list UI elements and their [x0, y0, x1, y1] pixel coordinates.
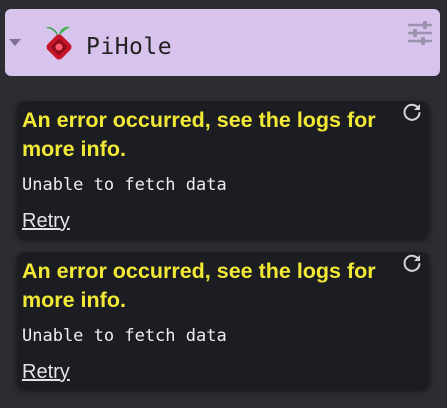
sliders-icon[interactable] — [406, 21, 434, 45]
error-message: An error occurred, see the logs for more… — [22, 108, 376, 161]
error-detail: Unable to fetch data — [22, 326, 227, 346]
error-detail: Unable to fetch data — [22, 175, 227, 195]
error-message: An error occurred, see the logs for more… — [22, 259, 376, 312]
error-card: An error occurred, see the logs for more… — [17, 101, 429, 238]
widget-header: PiHole — [5, 9, 440, 76]
retry-link[interactable]: Retry — [22, 360, 70, 384]
widget-title: PiHole — [86, 34, 173, 60]
caret-down-icon[interactable] — [9, 39, 21, 46]
error-card: An error occurred, see the logs for more… — [17, 252, 429, 389]
retry-link[interactable]: Retry — [22, 209, 70, 233]
pihole-logo-icon — [46, 26, 72, 60]
